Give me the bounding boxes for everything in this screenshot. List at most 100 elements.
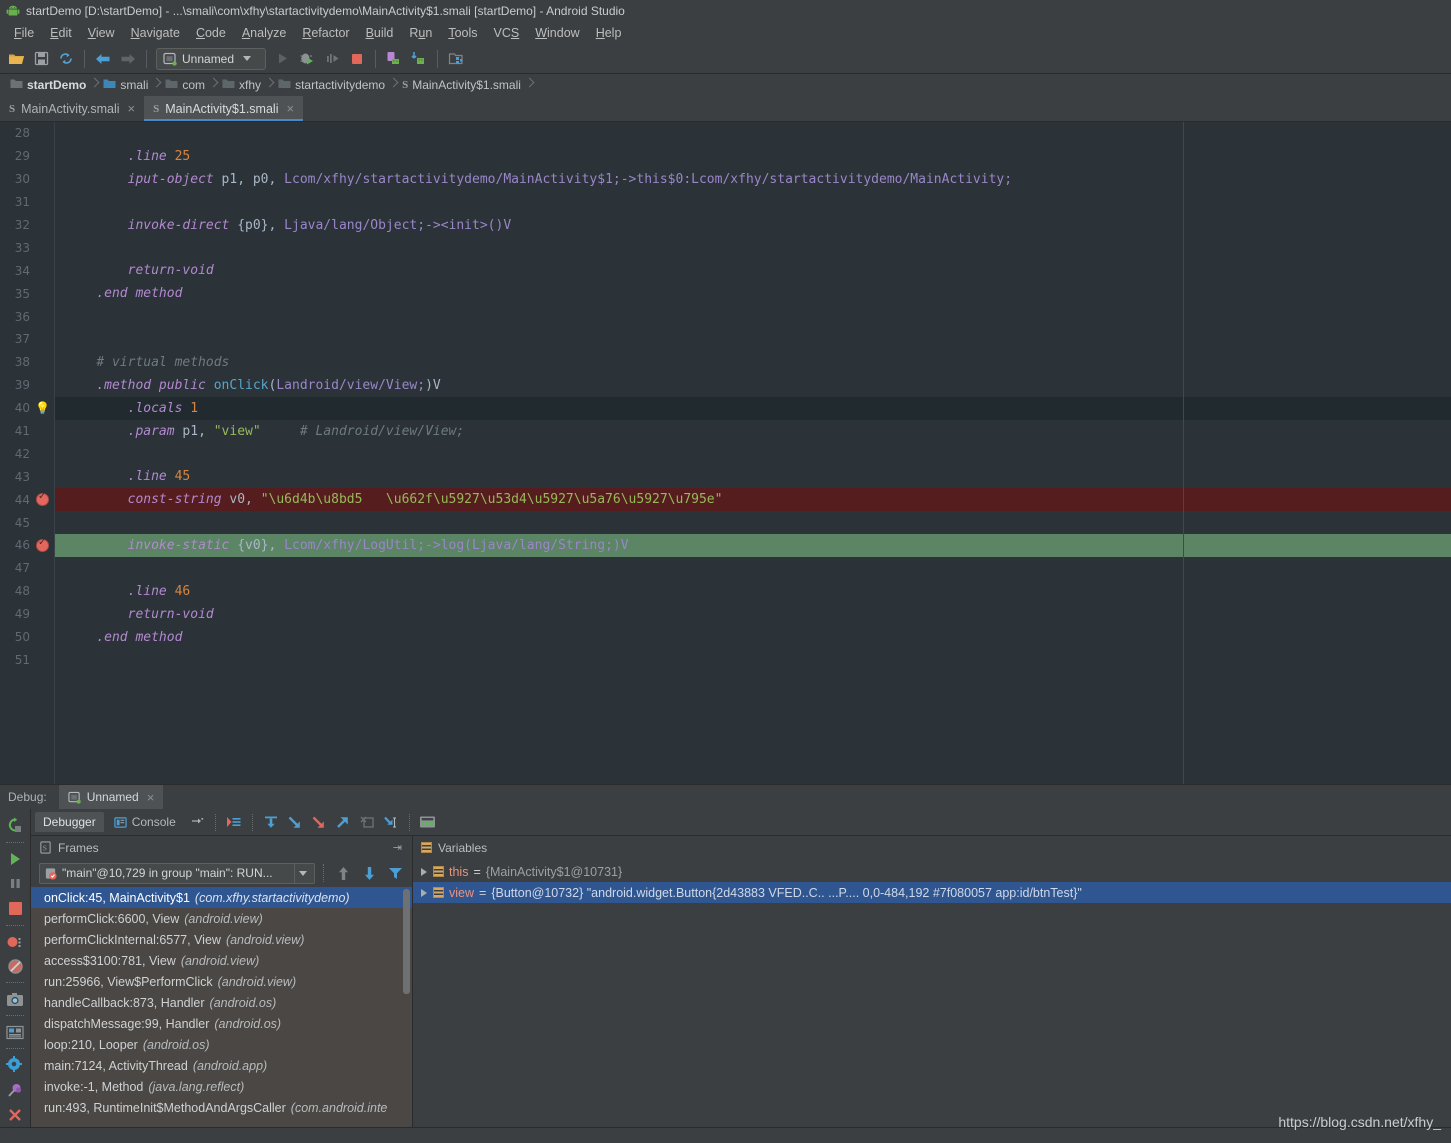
code-line[interactable]: 34 return-void	[0, 259, 1451, 282]
frame-row[interactable]: run:25966, View$PerformClick (android.vie…	[31, 971, 412, 992]
code-line[interactable]: 31	[0, 191, 1451, 214]
settings-gear-icon[interactable]	[3, 1053, 27, 1077]
code-line[interactable]: 38 # virtual methods	[0, 351, 1451, 374]
frame-row[interactable]: handleCallback:873, Handler (android.os)	[31, 992, 412, 1013]
frame-row[interactable]: performClick:6600, View (android.view)	[31, 908, 412, 929]
breadcrumb-item-startdemo[interactable]: startDemo	[6, 78, 90, 92]
save-all-icon[interactable]	[29, 47, 53, 71]
run-coverage-icon[interactable]	[320, 47, 344, 71]
stop-icon[interactable]	[345, 47, 369, 71]
intention-bulb-icon[interactable]: 💡	[30, 401, 55, 415]
back-arrow-icon[interactable]	[91, 47, 115, 71]
run-configuration-selector[interactable]: Unnamed	[156, 47, 266, 70]
code-line[interactable]: 44 const-string v0, "\u6d4b\u8bd5 \u662f…	[0, 488, 1451, 512]
menu-window[interactable]: Window	[527, 24, 587, 42]
menu-help[interactable]: Help	[588, 24, 630, 42]
code-line[interactable]: 51	[0, 648, 1451, 671]
frames-list[interactable]: onClick:45, MainActivity$1 (com.xfhy.star…	[31, 887, 412, 1127]
force-step-into-icon[interactable]	[308, 811, 330, 833]
resume-program-icon[interactable]	[3, 847, 27, 871]
code-line[interactable]: 33	[0, 236, 1451, 259]
variable-row[interactable]: view = {Button@10732} "android.widget.Butt…	[413, 882, 1451, 903]
code-editor[interactable]: 28 29 .line 25 30 iput-object p1, p0, Lcom…	[0, 122, 1451, 784]
breakpoint-icon[interactable]	[30, 537, 55, 552]
run-icon[interactable]	[270, 47, 294, 71]
breadcrumb-item-smali[interactable]: smali	[99, 78, 152, 92]
close-icon[interactable]: ×	[286, 101, 294, 116]
menu-bar[interactable]: File Edit View Navigate Code Analyze Refactor B…	[0, 22, 1451, 44]
thread-selector[interactable]: "main"@10,729 in group "main": RUN...	[39, 862, 315, 884]
close-icon[interactable]: ×	[128, 101, 136, 116]
variables-list[interactable]: this = {MainActivity$1@10731} view = {Button@…	[413, 859, 1451, 1127]
menu-vcs[interactable]: VCS	[486, 24, 528, 42]
sdk-manager-icon[interactable]	[407, 47, 431, 71]
breadcrumb-item-com[interactable]: com	[161, 78, 209, 92]
step-into-icon[interactable]	[284, 811, 306, 833]
code-line[interactable]: 30 iput-object p1, p0, Lcom/xfhy/startac…	[0, 168, 1451, 191]
frame-row[interactable]: run:493, RuntimeInit$MethodAndArgsCaller…	[31, 1097, 412, 1118]
tab-console[interactable]: Console	[106, 812, 184, 832]
expand-triangle-icon[interactable]	[421, 867, 427, 876]
pause-program-icon[interactable]	[3, 872, 27, 896]
show-execution-point-icon[interactable]	[223, 811, 245, 833]
breadcrumb[interactable]: startDemo smali com xfhy startactivitydemo S M…	[0, 74, 1451, 96]
code-line[interactable]: 32 invoke-direct {p0}, Ljava/lang/Object…	[0, 214, 1451, 237]
code-line[interactable]: 37	[0, 328, 1451, 351]
frame-row[interactable]: main:7124, ActivityThread (android.app)	[31, 1055, 412, 1076]
menu-tools[interactable]: Tools	[440, 24, 485, 42]
frames-scrollbar[interactable]	[403, 889, 410, 994]
code-line[interactable]: 50 .end method	[0, 626, 1451, 649]
restore-layout-icon[interactable]	[186, 811, 208, 833]
editor-tab-1[interactable]: S MainActivity$1.smali ×	[144, 96, 304, 121]
evaluate-expression-icon[interactable]	[417, 811, 439, 833]
close-icon[interactable]: ×	[147, 790, 155, 805]
hide-pane-icon[interactable]: ⇥	[393, 841, 402, 854]
frame-row[interactable]: access$3100:781, View (android.view)	[31, 950, 412, 971]
menu-code[interactable]: Code	[188, 24, 234, 42]
frame-row[interactable]: performClickInternal:6577, View (android.…	[31, 929, 412, 950]
code-line[interactable]: 28	[0, 122, 1451, 145]
code-line[interactable]: 36	[0, 305, 1451, 328]
frames-filter-icon[interactable]	[384, 862, 406, 884]
breadcrumb-item-xfhy[interactable]: xfhy	[218, 78, 265, 92]
chevron-down-icon[interactable]	[294, 863, 310, 883]
mute-breakpoints-icon[interactable]	[3, 955, 27, 979]
breakpoint-icon[interactable]	[30, 491, 55, 507]
code-line[interactable]: 49 return-void	[0, 603, 1451, 626]
menu-file[interactable]: File	[6, 24, 42, 42]
code-line[interactable]: 47	[0, 557, 1451, 580]
open-folder-icon[interactable]	[4, 47, 28, 71]
code-line[interactable]: 41 .param p1, "view" # Landroid/view/Vie…	[0, 420, 1451, 443]
step-out-icon[interactable]	[332, 811, 354, 833]
frame-row[interactable]: onClick:45, MainActivity$1 (com.xfhy.star…	[31, 887, 412, 908]
screenshot-icon[interactable]	[3, 987, 27, 1011]
code-line[interactable]: 48 .line 46	[0, 580, 1451, 603]
menu-refactor[interactable]: Refactor	[294, 24, 357, 42]
rerun-icon[interactable]	[3, 814, 27, 838]
menu-view[interactable]: View	[80, 24, 123, 42]
debug-session-tab[interactable]: Unnamed ×	[58, 784, 164, 810]
editor-tab-0[interactable]: S MainActivity.smali ×	[0, 96, 145, 121]
frame-row[interactable]: invoke:-1, Method (java.lang.reflect)	[31, 1076, 412, 1097]
sync-icon[interactable]	[54, 47, 78, 71]
run-to-cursor-icon[interactable]	[380, 811, 402, 833]
code-line[interactable]: 29 .line 25	[0, 145, 1451, 168]
frame-row[interactable]: loop:210, Looper (android.os)	[31, 1034, 412, 1055]
variable-row[interactable]: this = {MainActivity$1@10731}	[413, 861, 1451, 882]
frames-down-icon[interactable]	[358, 862, 380, 884]
step-over-icon[interactable]	[260, 811, 282, 833]
menu-build[interactable]: Build	[358, 24, 402, 42]
menu-analyze[interactable]: Analyze	[234, 24, 294, 42]
close-icon[interactable]	[3, 1103, 27, 1127]
layout-inspector-icon[interactable]	[3, 1020, 27, 1044]
code-lines[interactable]: 28 29 .line 25 30 iput-object p1, p0, Lcom…	[0, 122, 1451, 784]
view-breakpoints-icon[interactable]	[3, 930, 27, 954]
debug-icon[interactable]	[295, 47, 319, 71]
menu-run[interactable]: Run	[401, 24, 440, 42]
code-line[interactable]: 40 💡 .locals 1	[0, 396, 1451, 420]
code-line[interactable]: 45	[0, 511, 1451, 534]
tab-debugger[interactable]: Debugger	[35, 812, 104, 832]
frame-row[interactable]: dispatchMessage:99, Handler (android.os)	[31, 1013, 412, 1034]
code-line[interactable]: 39 .method public onClick(Landroid/view/…	[0, 374, 1451, 397]
avd-manager-icon[interactable]	[382, 47, 406, 71]
